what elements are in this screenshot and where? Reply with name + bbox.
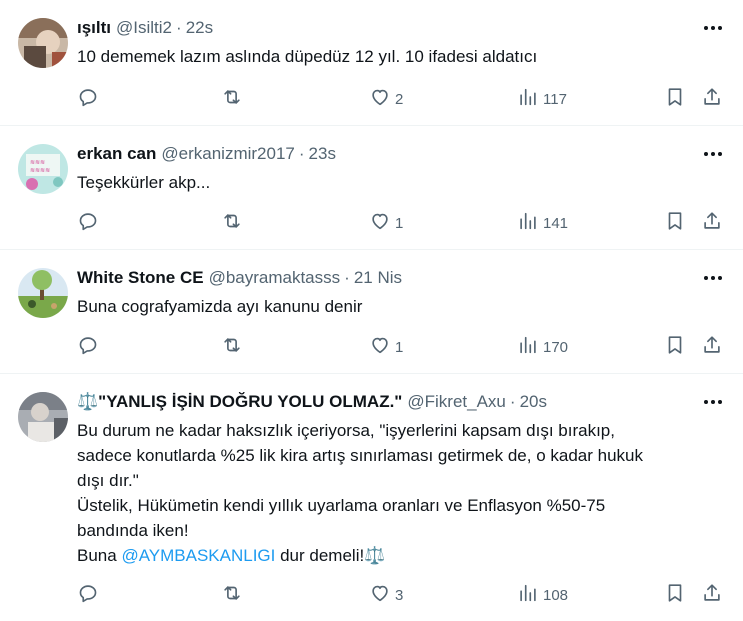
like-count: 2 [395,90,404,108]
tweet[interactable]: White Stone CE @bayramaktasss · 21 Nis B… [0,250,743,374]
timestamp[interactable]: 21 Nis [354,268,402,288]
separator-dot: · [344,268,350,287]
views-count: 141 [543,214,569,232]
author-name[interactable]: ⚖️"YANLIŞ İŞİN DOĞRU YOLU OLMAZ." [77,392,402,412]
retweet-button[interactable] [221,334,247,360]
author-name[interactable]: ışıltı [77,18,111,38]
like-count: 3 [395,586,404,604]
like-button[interactable]: 2 [369,86,403,112]
bookmark-button[interactable] [664,86,686,112]
like-count: 1 [395,214,404,232]
bookmark-icon [664,582,686,608]
tweet-text: 10 dememek lazım aslında düpedüz 12 yıl.… [77,47,538,66]
views-count: 170 [543,338,569,356]
timestamp[interactable]: 22s [186,18,213,38]
retweet-icon [221,582,243,608]
tweet[interactable]: ışıltı @Isilti2 · 22s 10 dememek lazım a… [0,0,743,126]
retweet-button[interactable] [221,210,247,236]
more-icon[interactable] [701,268,725,288]
reply-icon [77,582,99,608]
views-count: 117 [543,90,567,108]
tweet-text-line: sadece konutlarda %25 lik kira artış sın… [77,446,643,465]
tweet-text-line: Bu durum ne kadar haksızlık içeriyorsa, … [77,421,615,440]
tweet[interactable]: ≋≋≋ ≋≋≋≋ erkan can @erkanizmir2017 · 23s … [0,126,743,250]
more-icon[interactable] [701,144,725,164]
timestamp[interactable]: 20s [520,392,547,412]
author-handle[interactable]: @Isilti2 [116,18,172,38]
timestamp[interactable]: 23s [309,144,336,164]
share-icon [701,334,723,360]
retweet-icon [221,334,243,360]
reply-button[interactable] [77,334,103,360]
tweet-text: Teşekkürler akp... [77,173,211,192]
text-segment: dur demeli!⚖️ [275,546,386,565]
reply-icon [77,86,99,112]
separator-dot: · [509,392,516,411]
like-button[interactable]: 3 [369,582,403,608]
reply-icon [77,210,99,236]
svg-text:≋≋≋: ≋≋≋ [30,160,45,166]
tweet[interactable]: ⚖️"YANLIŞ İŞİN DOĞRU YOLU OLMAZ." @Fikre… [0,374,743,621]
separator-dot: · [298,144,305,163]
text-segment: Buna [77,546,122,565]
views-icon [517,86,539,112]
heart-icon [369,210,391,236]
avatar[interactable] [18,268,68,318]
author-handle[interactable]: @bayramaktasss [209,268,341,288]
tweet-text: Buna cografyamizda ayı kanunu denir [77,297,363,316]
tweet-text-line: dışı dır." [77,471,139,490]
bookmark-icon [664,86,686,112]
reply-button[interactable] [77,210,103,236]
author-name[interactable]: erkan can [77,144,156,164]
bookmark-button[interactable] [664,334,686,360]
author-name[interactable]: White Stone CE [77,268,204,288]
views-button[interactable]: 108 [517,582,568,608]
bookmark-button[interactable] [664,210,686,236]
more-icon[interactable] [701,392,725,412]
more-icon[interactable] [701,18,725,38]
share-button[interactable] [701,334,723,360]
bookmark-icon [664,210,686,236]
like-button[interactable]: 1 [369,334,403,360]
retweet-button[interactable] [221,86,247,112]
mention-link[interactable]: @AYMBASKANLIGI [121,546,275,565]
heart-icon [369,86,391,112]
bookmark-button[interactable] [664,582,686,608]
reply-icon [77,334,99,360]
tweet-text-line: Üstelik, Hükümetin kendi yıllık uyarlama… [77,496,606,515]
views-button[interactable]: 141 [517,210,568,236]
share-icon [701,86,723,112]
share-icon [701,582,723,608]
bookmark-icon [664,334,686,360]
heart-icon [369,334,391,360]
separator-dot: · [176,18,182,37]
author-handle[interactable]: @Fikret_Axu [407,392,506,412]
views-icon [517,334,539,360]
like-button[interactable]: 1 [369,210,403,236]
tweet-text: Bu durum ne kadar haksızlık içeriyorsa, … [77,418,725,568]
retweet-icon [221,210,243,236]
heart-icon [369,582,391,608]
avatar[interactable] [18,392,68,442]
share-button[interactable] [701,582,723,608]
avatar[interactable] [18,18,68,68]
retweet-icon [221,86,243,112]
retweet-button[interactable] [221,582,247,608]
tweet-text-line: Buna @AYMBASKANLIGI dur demeli!⚖️ [77,543,725,568]
views-icon [517,210,539,236]
tweet-text-line: bandında iken! [77,521,189,540]
views-icon [517,582,539,608]
views-count: 108 [543,586,569,604]
share-button[interactable] [701,210,723,236]
like-count: 1 [395,338,404,356]
views-button[interactable]: 117 [517,86,567,112]
share-button[interactable] [701,86,723,112]
views-button[interactable]: 170 [517,334,568,360]
share-icon [701,210,723,236]
author-handle[interactable]: @erkanizmir2017 [161,144,294,164]
reply-button[interactable] [77,86,103,112]
svg-text:≋≋≋≋: ≋≋≋≋ [30,168,50,174]
reply-button[interactable] [77,582,103,608]
avatar[interactable]: ≋≋≋ ≋≋≋≋ [18,144,68,194]
